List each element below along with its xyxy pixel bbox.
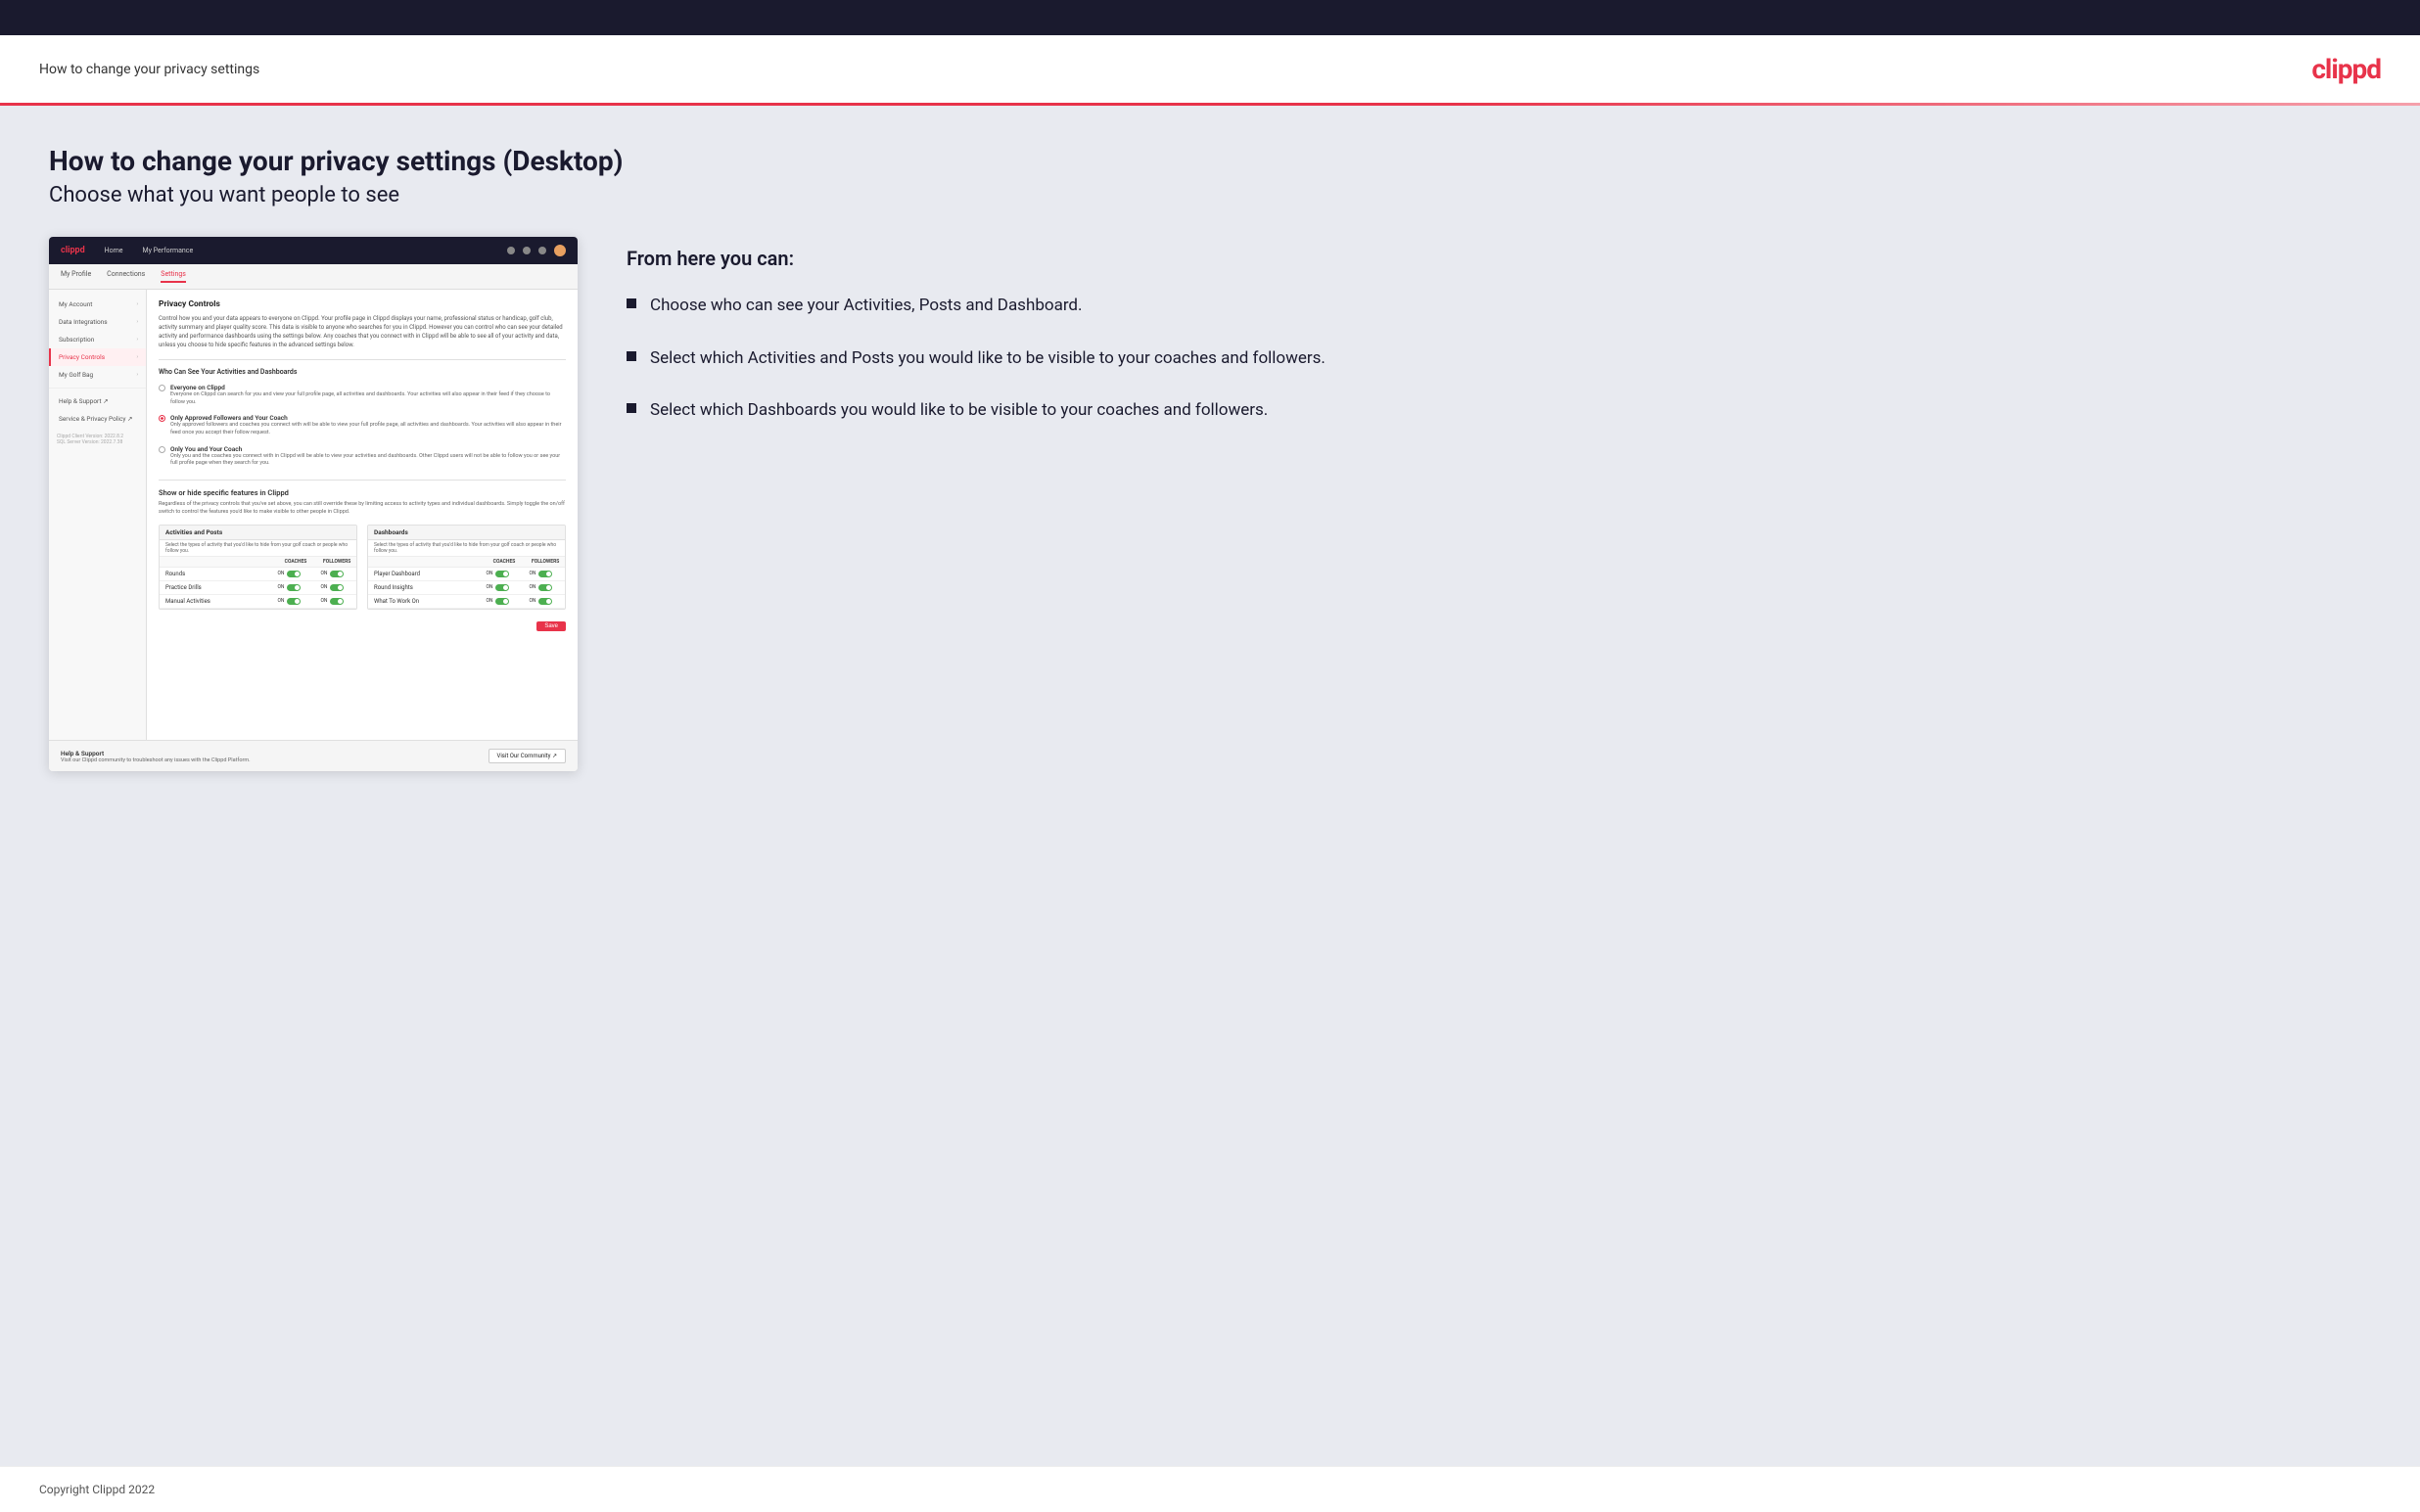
footer: Copyright Clippd 2022 — [0, 1466, 2420, 1512]
mock-dash-row-player: Player Dashboard ON ON — [368, 568, 565, 581]
header: How to change your privacy settings clip… — [0, 35, 2420, 103]
mock-act-row-rounds: Rounds ON ON — [160, 568, 356, 581]
bullet-list: Choose who can see your Activities, Post… — [627, 294, 2371, 424]
mock-dash-row-insights: Round Insights ON ON — [368, 581, 565, 595]
mock-radio-everyone-desc: Everyone on Clippd can search for you an… — [170, 391, 566, 406]
mock-showhide-title: Show or hide specific features in Clippd — [159, 488, 566, 497]
mock-sidebar-subscription: Subscription › — [49, 331, 146, 348]
bullet-square-3 — [627, 403, 636, 413]
mock-activities-desc: Select the types of activity that you'd … — [160, 540, 356, 557]
mock-subnav-profile: My Profile — [61, 270, 91, 283]
mock-subnav-connections: Connections — [107, 270, 145, 283]
mock-help-footer: Help & Support Visit our Clippd communit… — [49, 740, 578, 771]
mock-radio-everyone-label: Everyone on Clippd — [170, 384, 566, 391]
mock-radio-followers: Only Approved Followers and Your Coach O… — [159, 414, 566, 436]
logo: clippd — [2311, 53, 2381, 85]
mock-sidebar-service: Service & Privacy Policy ↗ — [49, 410, 146, 428]
mock-main-panel: Privacy Controls Control how you and you… — [147, 290, 578, 740]
mock-nav-performance: My Performance — [143, 247, 194, 254]
mock-radio-followers-circle — [159, 415, 165, 422]
mock-sidebar-account: My Account › — [49, 296, 146, 313]
mock-radio-everyone: Everyone on Clippd Everyone on Clippd ca… — [159, 384, 566, 406]
mock-showhide-desc: Regardless of the privacy controls that … — [159, 501, 566, 516]
mock-subnav-settings: Settings — [161, 270, 186, 283]
mock-radio-only-you-circle — [159, 446, 165, 453]
bullet-item-1: Choose who can see your Activities, Post… — [627, 294, 2371, 319]
mock-sidebar: My Account › Data Integrations › Subscri… — [49, 290, 147, 740]
mock-radio-followers-desc: Only approved followers and coaches you … — [170, 422, 566, 436]
bullet-item-3: Select which Dashboards you would like t… — [627, 398, 2371, 424]
mock-act-row-drills: Practice Drills ON ON — [160, 581, 356, 595]
mock-tables-row: Activities and Posts Select the types of… — [159, 525, 566, 610]
mock-sidebar-version: Clippd Client Version: 2022.8.2SQL Serve… — [49, 428, 146, 451]
mock-bell-icon — [538, 247, 546, 254]
mock-dashboards-subheader: COACHES FOLLOWERS — [368, 557, 565, 568]
mock-nav-bar: clippd Home My Performance — [49, 237, 578, 264]
mock-activities-header: Activities and Posts — [160, 526, 356, 540]
mock-nav-home: Home — [105, 247, 123, 254]
bullet-item-2: Select which Activities and Posts you wo… — [627, 346, 2371, 372]
screenshot-mockup: clippd Home My Performance My Profile Co… — [49, 237, 578, 771]
mock-radio-everyone-circle — [159, 385, 165, 391]
page-subheading: Choose what you want people to see — [49, 183, 2371, 207]
mock-save-row: Save — [159, 618, 566, 635]
mock-logo: clippd — [61, 246, 85, 255]
mock-radio-only-you: Only You and Your Coach Only you and the… — [159, 445, 566, 468]
mock-who-title: Who Can See Your Activities and Dashboar… — [159, 368, 566, 376]
mock-activities-table: Activities and Posts Select the types of… — [159, 525, 357, 610]
mock-sidebar-golfbag: My Golf Bag › — [49, 366, 146, 384]
mock-act-row-manual: Manual Activities ON ON — [160, 595, 356, 609]
mock-divider-2 — [159, 480, 566, 481]
bullet-square-2 — [627, 351, 636, 361]
mock-grid-icon — [523, 247, 531, 254]
mock-search-icon — [507, 247, 515, 254]
bullet-square-1 — [627, 298, 636, 308]
mock-radio-group: Everyone on Clippd Everyone on Clippd ca… — [159, 384, 566, 468]
mock-visit-community-button[interactable]: Visit Our Community ↗ — [489, 749, 567, 763]
bullet-text-3: Select which Dashboards you would like t… — [650, 398, 1268, 424]
mock-avatar — [554, 245, 566, 256]
mock-dashboards-table: Dashboards Select the types of activity … — [367, 525, 566, 610]
mock-dash-row-whattowork: What To Work On ON ON — [368, 595, 565, 609]
bullet-text-1: Choose who can see your Activities, Post… — [650, 294, 1083, 319]
mock-divider-1 — [159, 359, 566, 360]
main-content: How to change your privacy settings (Des… — [0, 106, 2420, 1466]
mock-activities-subheader: COACHES FOLLOWERS — [160, 557, 356, 568]
mock-radio-only-you-label: Only You and Your Coach — [170, 445, 566, 453]
mock-radio-only-you-desc: Only you and the coaches you connect wit… — [170, 453, 566, 468]
copyright: Copyright Clippd 2022 — [39, 1483, 155, 1496]
mock-body: My Account › Data Integrations › Subscri… — [49, 290, 578, 740]
mock-sidebar-privacy: Privacy Controls › — [49, 348, 146, 366]
mock-sidebar-data: Data Integrations › — [49, 313, 146, 331]
mock-subnav: My Profile Connections Settings — [49, 264, 578, 290]
mock-privacy-title: Privacy Controls — [159, 299, 566, 309]
mock-sidebar-divider — [49, 388, 146, 389]
bullet-text-2: Select which Activities and Posts you wo… — [650, 346, 1326, 372]
mock-dashboards-header: Dashboards — [368, 526, 565, 540]
top-bar — [0, 0, 2420, 35]
content-row: clippd Home My Performance My Profile Co… — [49, 237, 2371, 771]
mock-help-title: Help & Support — [61, 750, 251, 757]
from-here-title: From here you can: — [627, 247, 2371, 270]
mock-dashboards-desc: Select the types of activity that you'd … — [368, 540, 565, 557]
page-heading: How to change your privacy settings (Des… — [49, 145, 2371, 177]
right-panel: From here you can: Choose who can see yo… — [627, 237, 2371, 424]
header-title: How to change your privacy settings — [39, 62, 259, 77]
mock-help-desc: Visit our Clippd community to troublesho… — [61, 757, 251, 763]
mock-sidebar-help: Help & Support ↗ — [49, 392, 146, 410]
mock-privacy-desc: Control how you and your data appears to… — [159, 314, 566, 349]
mock-save-button[interactable]: Save — [536, 621, 566, 631]
mock-nav-icons — [507, 245, 566, 256]
